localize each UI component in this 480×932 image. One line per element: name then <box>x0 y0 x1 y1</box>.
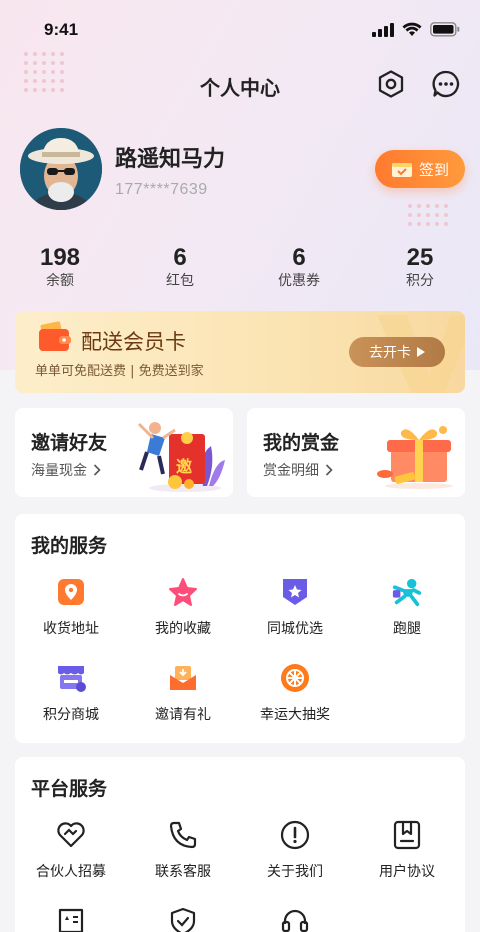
service-label: 关于我们 <box>267 864 323 880</box>
stat-value: 6 <box>173 244 187 271</box>
headset-icon <box>281 909 309 932</box>
open-card-label: 去开卡 <box>369 345 411 361</box>
stat-value: 6 <box>292 244 306 271</box>
settings-button[interactable] <box>375 68 407 100</box>
service-local-select[interactable]: 同城优选 <box>239 576 351 638</box>
service-label: 收货地址 <box>43 621 99 637</box>
wifi-icon <box>402 22 422 36</box>
service-label: 跑腿 <box>393 621 421 637</box>
platform-partner-recruit[interactable]: 合伙人招募 <box>15 819 127 881</box>
service-label: 合伙人招募 <box>36 864 106 880</box>
page-title: 个人中心 <box>200 76 280 100</box>
invite-friends-card[interactable]: 邀请好友 海量现金 邀 <box>15 408 233 497</box>
battery-icon <box>430 22 460 37</box>
status-time: 9:41 <box>44 20 79 39</box>
stat-label: 优惠券 <box>278 273 320 289</box>
location-pin-icon <box>58 579 84 605</box>
user-name: 路遥知马力 <box>115 147 226 172</box>
gift-box-illustration <box>377 426 453 489</box>
handshake-heart-icon <box>57 822 85 848</box>
badge-star-icon <box>283 579 307 605</box>
platform-user-agreement[interactable]: 用户协议 <box>351 819 463 881</box>
chat-bubble-icon <box>432 70 460 98</box>
star-icon <box>169 578 197 606</box>
stat-points[interactable]: 25 积分 <box>375 244 465 290</box>
checkin-button[interactable]: 签到 <box>375 150 465 188</box>
platform-item-6[interactable] <box>127 905 239 932</box>
shop-icon <box>58 666 86 692</box>
my-services-section: 我的服务 收货地址 我的收藏 同城优选 跑腿 积分商城 邀请有礼 幸运大抽奖 <box>15 514 465 743</box>
user-phone: 177****7639 <box>115 181 208 198</box>
service-label: 幸运大抽奖 <box>260 707 330 723</box>
service-invite-gift[interactable]: 邀请有礼 <box>127 662 239 724</box>
stat-label: 红包 <box>166 273 194 289</box>
service-errand[interactable]: 跑腿 <box>351 576 463 638</box>
hexagon-settings-icon <box>378 70 404 98</box>
open-card-button[interactable]: 去开卡 <box>349 337 445 367</box>
my-services-title: 我的服务 <box>31 535 108 557</box>
calendar-check-icon <box>391 163 412 177</box>
invite-badge-text: 邀 <box>176 457 193 476</box>
star-doc-icon <box>58 908 84 932</box>
service-points-mall[interactable]: 积分商城 <box>15 662 127 724</box>
platform-item-5[interactable] <box>15 905 127 932</box>
service-label: 邀请有礼 <box>155 707 211 723</box>
info-exclamation-icon <box>280 820 310 850</box>
signal-icon <box>372 22 394 37</box>
service-label: 用户协议 <box>379 864 435 880</box>
chevron-right-icon <box>93 464 101 476</box>
service-favorites[interactable]: 我的收藏 <box>127 576 239 638</box>
lottery-wheel-icon <box>281 664 309 692</box>
chevron-right-icon <box>325 464 333 476</box>
stat-value: 198 <box>39 244 81 271</box>
wallet-icon <box>39 321 71 351</box>
member-card-subtitle: 单单可免配送费 | 免费送到家 <box>35 364 204 379</box>
decorative-dots <box>408 204 448 226</box>
service-label: 我的收藏 <box>155 621 211 637</box>
platform-item-7[interactable] <box>239 905 351 932</box>
service-lucky-draw[interactable]: 幸运大抽奖 <box>239 662 351 724</box>
service-label: 同城优选 <box>267 621 323 637</box>
service-label: 联系客服 <box>155 864 211 880</box>
stat-red-packet[interactable]: 6 红包 <box>135 244 225 290</box>
phone-icon <box>169 821 197 849</box>
service-label: 积分商城 <box>43 707 99 723</box>
stat-label: 余额 <box>46 273 74 289</box>
member-card-title: 配送会员卡 <box>81 330 186 354</box>
stat-label: 积分 <box>406 273 434 289</box>
service-address[interactable]: 收货地址 <box>15 576 127 638</box>
platform-about-us[interactable]: 关于我们 <box>239 819 351 881</box>
runner-icon <box>392 578 422 607</box>
avatar[interactable] <box>20 128 102 210</box>
invite-friends-title: 邀请好友 <box>31 432 108 454</box>
gift-mail-icon <box>170 666 196 690</box>
status-bar: 9:41 <box>0 0 480 60</box>
stat-coupons[interactable]: 6 优惠券 <box>254 244 344 290</box>
invite-friends-subtitle: 海量现金 <box>31 460 101 480</box>
my-bounty-title: 我的赏金 <box>263 432 340 454</box>
my-bounty-card[interactable]: 我的赏金 赏金明细 <box>247 408 465 497</box>
stat-value: 25 <box>406 244 434 271</box>
bookmark-doc-icon <box>393 820 421 850</box>
shield-check-icon <box>170 907 196 932</box>
member-card[interactable]: 配送会员卡 单单可免配送费 | 免费送到家 去开卡 <box>15 311 465 393</box>
play-arrow-icon <box>417 347 425 357</box>
messages-button[interactable] <box>430 68 462 100</box>
stat-balance[interactable]: 198 余额 <box>15 244 105 290</box>
checkin-label: 签到 <box>418 160 449 179</box>
platform-services-section: 平台服务 合伙人招募 联系客服 关于我们 用户协议 <box>15 757 465 932</box>
avatar-image <box>20 128 102 210</box>
my-bounty-subtitle: 赏金明细 <box>263 460 333 480</box>
platform-services-title: 平台服务 <box>31 778 108 800</box>
platform-contact-support[interactable]: 联系客服 <box>127 819 239 881</box>
